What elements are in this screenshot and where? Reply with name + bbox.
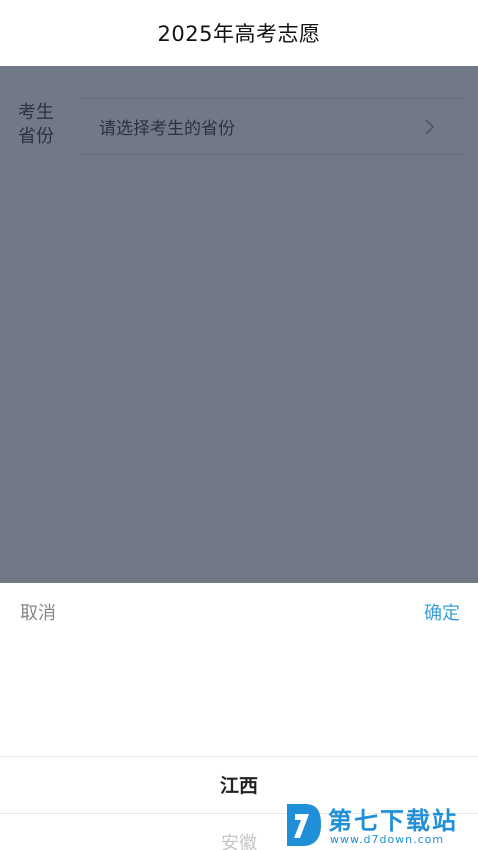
page-title: 2025年高考志愿 [157, 22, 321, 46]
picker-toolbar: 取消 确定 [0, 583, 478, 637]
province-select-field[interactable]: 请选择考生的省份 [80, 98, 464, 155]
picker-option-selected[interactable]: 江西 [0, 771, 478, 798]
watermark: 第七下载站 www.d7down.com [282, 800, 478, 850]
d7-logo-icon [287, 804, 321, 846]
cancel-button[interactable]: 取消 [20, 599, 56, 625]
watermark-title: 第七下载站 [328, 807, 458, 835]
form-area: 考生省份 请选择考生的省份 [0, 66, 478, 583]
province-label: 考生省份 [18, 102, 54, 147]
province-placeholder: 请选择考生的省份 [99, 119, 235, 139]
watermark-url: www.d7down.com [330, 833, 445, 846]
chevron-right-icon [425, 119, 435, 135]
selection-top-divider [0, 756, 478, 757]
app-header: 2025年高考志愿 [0, 0, 478, 66]
confirm-button[interactable]: 确定 [424, 599, 460, 625]
